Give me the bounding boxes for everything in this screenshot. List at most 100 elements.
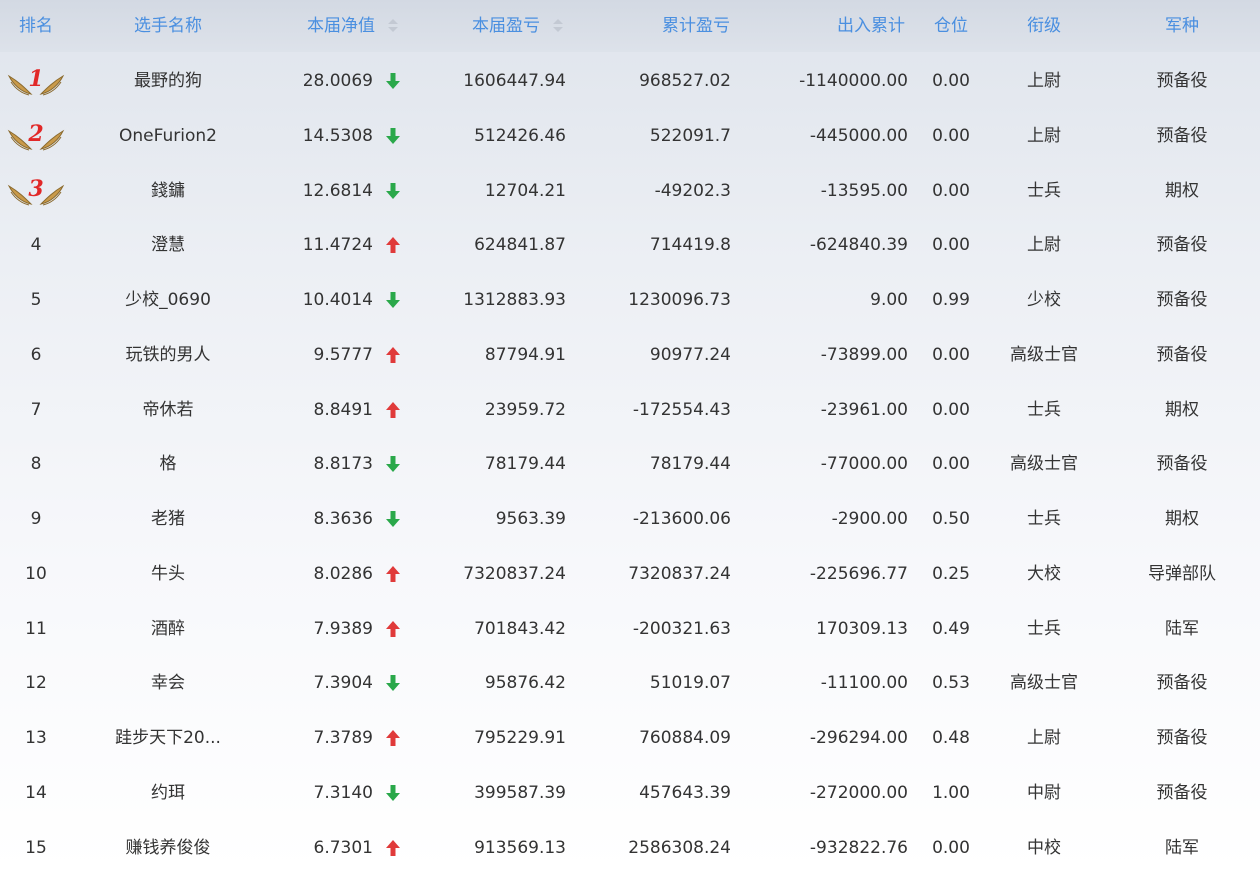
name-cell[interactable]: 牛头: [151, 564, 185, 584]
cum-pnl-cell: -200321.63: [632, 619, 731, 639]
nav-cell: 14.5308: [302, 126, 373, 146]
ranking-table: 排名 选手名称 本届净值 本届盈亏 累计盈亏 出入累计 仓位 衔级 军种 1 最野…: [0, 0, 1260, 870]
header-cum-pnl[interactable]: 累计盈亏: [662, 16, 730, 36]
arrow-up-icon: [385, 620, 401, 638]
pnl-cell: 23959.72: [484, 400, 566, 420]
pnl-cell: 87794.91: [484, 345, 566, 365]
grade-cell: 士兵: [1027, 181, 1061, 201]
pnl-cell: 7320837.24: [463, 564, 566, 584]
sort-nav-icon[interactable]: [388, 19, 398, 33]
name-cell[interactable]: OneFurion2: [119, 126, 217, 146]
position-cell: 0.50: [932, 509, 970, 529]
cum-pnl-cell: 51019.07: [649, 673, 731, 693]
arrow-up-icon: [385, 236, 401, 254]
nav-cell: 12.6814: [302, 181, 373, 201]
position-cell: 0.00: [932, 400, 970, 420]
cum-pnl-cell: 1230096.73: [628, 290, 731, 310]
rank-medal-number: 2: [28, 121, 44, 147]
rank-cell: 6: [30, 345, 42, 365]
branch-cell: 预备役: [1156, 783, 1208, 803]
header-flow[interactable]: 出入累计: [837, 16, 905, 36]
name-cell[interactable]: 少校_0690: [125, 290, 211, 310]
branch-cell: 预备役: [1156, 673, 1208, 693]
branch-cell: 期权: [1165, 509, 1199, 529]
grade-cell: 高级士官: [1010, 345, 1078, 365]
arrow-down-icon: [385, 784, 401, 802]
branch-cell: 导弹部队: [1148, 564, 1216, 584]
nav-cell: 9.5777: [313, 345, 373, 365]
name-cell[interactable]: 錢鏞: [151, 181, 185, 201]
pnl-cell: 399587.39: [474, 783, 566, 803]
arrow-down-icon: [385, 72, 401, 90]
position-cell: 0.49: [932, 619, 970, 639]
flow-cell: -77000.00: [820, 454, 908, 474]
nav-cell: 7.9389: [313, 619, 373, 639]
name-cell[interactable]: 跬步天下20...: [115, 728, 221, 748]
nav-cell: 7.3789: [313, 728, 373, 748]
name-cell[interactable]: 最野的狗: [134, 71, 202, 91]
name-cell[interactable]: 幸会: [151, 673, 185, 693]
cum-pnl-cell: -213600.06: [632, 509, 731, 529]
branch-cell: 预备役: [1156, 126, 1208, 146]
rank-cell: 12: [25, 673, 47, 693]
cum-pnl-cell: 714419.8: [649, 235, 731, 255]
branch-cell: 预备役: [1156, 454, 1208, 474]
rank-medal-number: 1: [28, 66, 44, 92]
pnl-cell: 701843.42: [474, 619, 566, 639]
branch-cell: 陆军: [1165, 838, 1199, 858]
position-cell: 0.99: [932, 290, 970, 310]
sort-pnl-icon[interactable]: [553, 19, 563, 33]
nav-cell: 11.4724: [302, 235, 373, 255]
branch-cell: 预备役: [1156, 728, 1208, 748]
arrow-up-icon: [385, 346, 401, 364]
name-cell[interactable]: 玩铁的男人: [126, 345, 211, 365]
branch-cell: 预备役: [1156, 235, 1208, 255]
grade-cell: 高级士官: [1010, 454, 1078, 474]
nav-cell: 8.8173: [313, 454, 373, 474]
position-cell: 0.00: [932, 71, 970, 91]
header-branch[interactable]: 军种: [1165, 16, 1199, 36]
flow-cell: 170309.13: [816, 619, 908, 639]
cum-pnl-cell: 7320837.24: [628, 564, 731, 584]
flow-cell: -296294.00: [809, 728, 908, 748]
arrow-up-icon: [385, 565, 401, 583]
name-cell[interactable]: 澄慧: [151, 235, 185, 255]
header-pnl[interactable]: 本届盈亏: [472, 16, 540, 36]
cum-pnl-cell: 457643.39: [639, 783, 731, 803]
header-rank[interactable]: 排名: [19, 16, 53, 36]
header-position[interactable]: 仓位: [934, 16, 968, 36]
rank-cell: 9: [30, 509, 42, 529]
nav-cell: 28.0069: [302, 71, 373, 91]
header-grade[interactable]: 衔级: [1027, 16, 1061, 36]
name-cell[interactable]: 老猪: [151, 509, 185, 529]
rank-cell: 4: [30, 235, 42, 255]
cum-pnl-cell: 760884.09: [639, 728, 731, 748]
flow-cell: -13595.00: [820, 181, 908, 201]
header-name[interactable]: 选手名称: [134, 16, 202, 36]
rank-cell: 10: [25, 564, 47, 584]
flow-cell: -1140000.00: [799, 71, 908, 91]
arrow-down-icon: [385, 510, 401, 528]
rank-medal-number: 3: [28, 176, 44, 202]
branch-cell: 期权: [1165, 181, 1199, 201]
pnl-cell: 512426.46: [474, 126, 566, 146]
position-cell: 0.00: [932, 126, 970, 146]
cum-pnl-cell: 90977.24: [649, 345, 731, 365]
pnl-cell: 795229.91: [474, 728, 566, 748]
name-cell[interactable]: 约珥: [151, 783, 185, 803]
header-nav[interactable]: 本届净值: [307, 16, 375, 36]
name-cell[interactable]: 格: [160, 454, 177, 474]
position-cell: 0.53: [932, 673, 970, 693]
branch-cell: 预备役: [1156, 290, 1208, 310]
pnl-cell: 95876.42: [484, 673, 566, 693]
grade-cell: 士兵: [1027, 619, 1061, 639]
pnl-cell: 78179.44: [484, 454, 566, 474]
grade-cell: 上尉: [1027, 235, 1061, 255]
name-cell[interactable]: 赚钱养俊俊: [126, 838, 211, 858]
rank-cell: 15: [25, 838, 47, 858]
cum-pnl-cell: 78179.44: [649, 454, 731, 474]
pnl-cell: 9563.39: [495, 509, 566, 529]
medal-wings-icon: 3: [7, 174, 65, 208]
name-cell[interactable]: 酒醉: [151, 619, 185, 639]
name-cell[interactable]: 帝休若: [143, 400, 194, 420]
